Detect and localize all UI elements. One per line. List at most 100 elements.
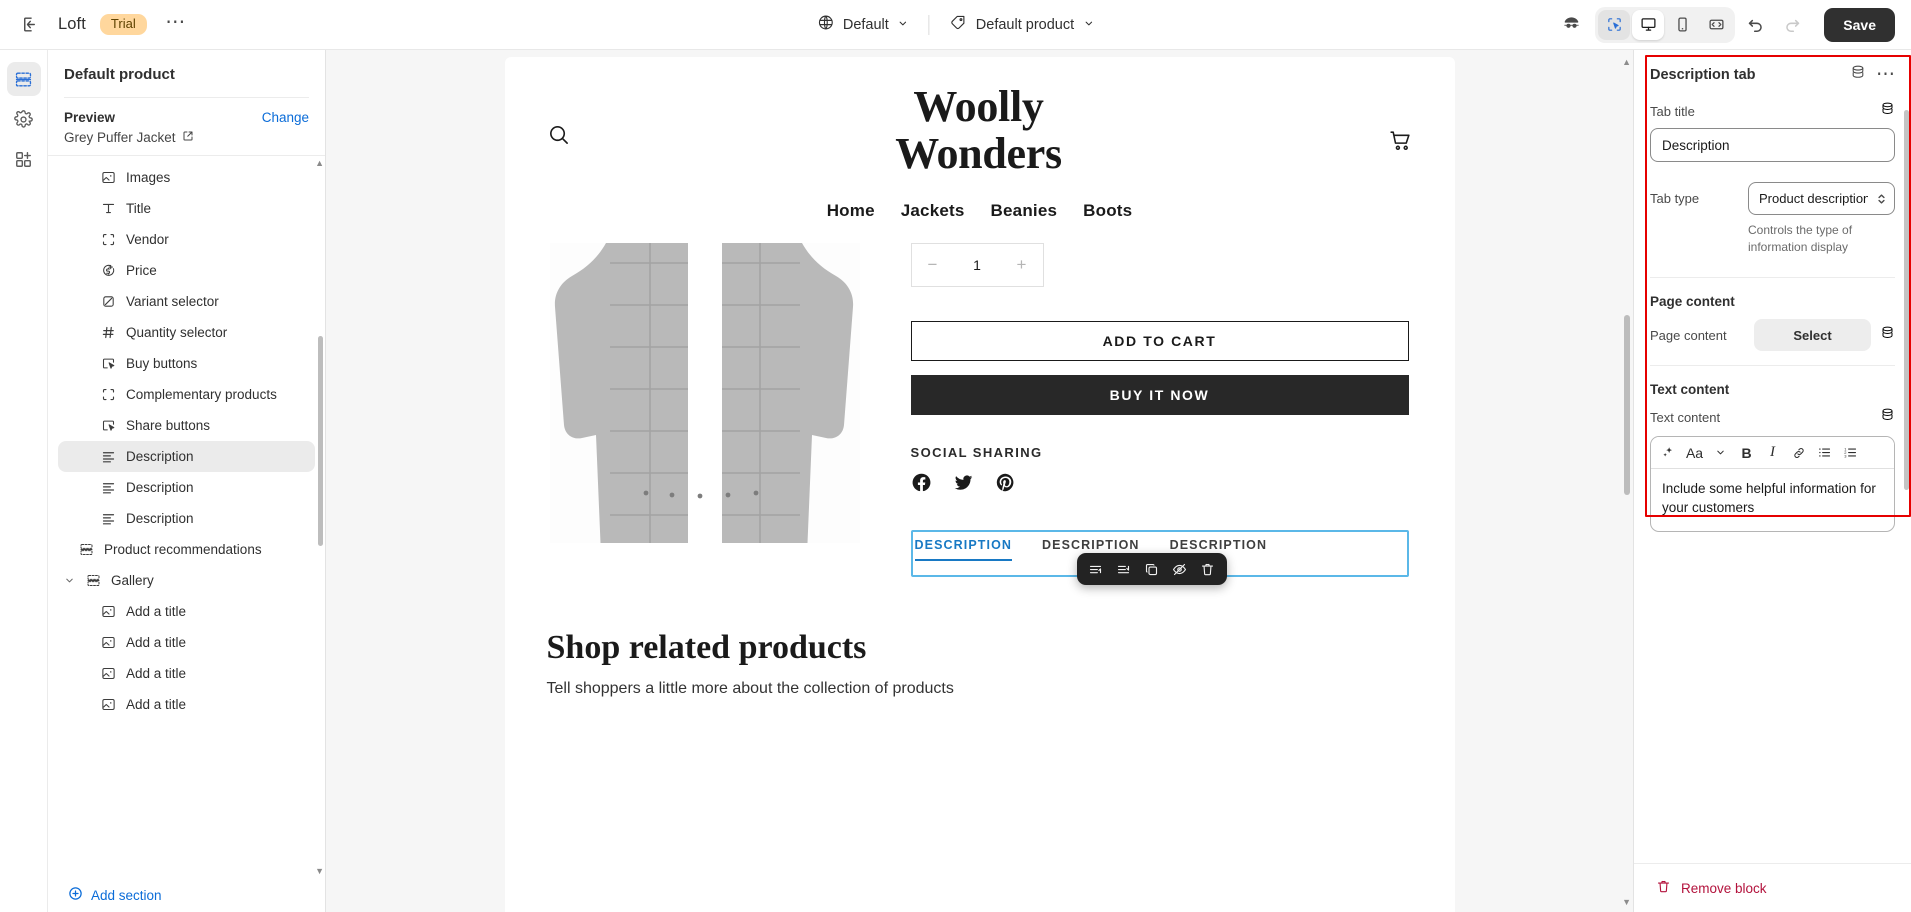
preview-info: Preview Change Grey Puffer Jacket	[48, 98, 325, 155]
left-panel-scrollbar[interactable]	[318, 336, 323, 546]
twitter-icon[interactable]	[953, 472, 974, 498]
sidebar-item-vendor[interactable]: Vendor	[58, 224, 315, 255]
image-icon	[100, 634, 117, 651]
dynamic-source-icon[interactable]	[1880, 101, 1895, 121]
full-width-icon[interactable]	[1700, 10, 1732, 40]
sections-panel: Default product Preview Change Grey Puff…	[48, 50, 326, 912]
sidebar-item-quantity-selector[interactable]: Quantity selector	[58, 317, 315, 348]
exit-icon[interactable]	[12, 8, 46, 42]
right-panel-scrollbar[interactable]	[1904, 110, 1909, 490]
quantity-stepper[interactable]: − 1 +	[910, 243, 1044, 288]
nav-item-beanies[interactable]: Beanies	[991, 201, 1058, 221]
hide-icon[interactable]	[1167, 557, 1193, 581]
tab-type-select[interactable]: Product description	[1748, 182, 1895, 215]
template-selector[interactable]: Default product	[940, 8, 1104, 41]
sidebar-item-product-recommendations[interactable]: Product recommendations	[58, 534, 315, 565]
italic-icon[interactable]: I	[1760, 441, 1785, 465]
add-section-button[interactable]: Add section	[48, 878, 325, 912]
quantity-minus-button[interactable]: −	[928, 255, 938, 275]
chevron-down-icon[interactable]	[1708, 441, 1733, 465]
add-section-label: Add section	[91, 887, 162, 903]
preview-product-row[interactable]: Grey Puffer Jacket	[64, 130, 309, 145]
apps-icon[interactable]	[7, 142, 41, 176]
cursor-select-icon[interactable]	[1598, 9, 1631, 40]
sidebar-item-add-a-title[interactable]: Add a title	[58, 689, 315, 720]
sidebar-item-label: Gallery	[111, 573, 154, 588]
text-content-editor[interactable]: Include some helpful information for you…	[1651, 469, 1894, 531]
image-icon	[100, 665, 117, 682]
sidebar-item-description[interactable]: Description	[58, 503, 315, 534]
trial-badge: Trial	[99, 13, 147, 36]
link-icon[interactable]	[1786, 441, 1811, 465]
save-button[interactable]: Save	[1824, 7, 1895, 42]
sidebar-item-label: Title	[126, 201, 152, 216]
undo-icon[interactable]	[1738, 8, 1772, 42]
theme-selector[interactable]: Default	[807, 8, 919, 41]
move-up-icon[interactable]	[1083, 557, 1109, 581]
font-size-icon[interactable]: Aa	[1682, 441, 1707, 465]
dynamic-source-icon[interactable]	[1850, 64, 1866, 85]
sidebar-item-images[interactable]: Images	[58, 162, 315, 193]
storefront-nav: Home Jackets Beanies Boots	[505, 201, 1455, 243]
page-content-select-button[interactable]: Select	[1754, 319, 1871, 352]
more-menu-icon[interactable]: ⋯	[1876, 64, 1895, 84]
move-down-icon[interactable]	[1111, 557, 1137, 581]
block-context-toolbar	[1076, 553, 1227, 585]
buy-it-now-button[interactable]: BUY IT NOW	[910, 375, 1409, 416]
canvas-scrollbar[interactable]	[1624, 315, 1630, 495]
sidebar-item-label: Add a title	[126, 635, 187, 650]
settings-scroll-area[interactable]: Description tab ⋯ Tab title Description …	[1634, 50, 1911, 863]
mobile-icon[interactable]	[1666, 10, 1698, 40]
quantity-plus-button[interactable]: +	[1017, 255, 1027, 275]
tab-title-input[interactable]	[1650, 128, 1895, 162]
sidebar-item-variant-selector[interactable]: Variant selector	[58, 286, 315, 317]
dynamic-source-icon[interactable]	[1880, 407, 1895, 427]
sidebar-item-share-buttons[interactable]: Share buttons	[58, 410, 315, 441]
pinterest-icon[interactable]	[995, 472, 1016, 498]
bullet-list-icon[interactable]	[1812, 441, 1837, 465]
product-image[interactable]	[549, 243, 860, 584]
cart-icon[interactable]	[1388, 128, 1413, 158]
change-preview-link[interactable]: Change	[262, 110, 309, 125]
desktop-icon[interactable]	[1632, 9, 1665, 40]
nav-item-home[interactable]: Home	[827, 201, 875, 221]
nav-item-boots[interactable]: Boots	[1083, 201, 1132, 221]
canvas-scroll-down-arrow[interactable]: ▼	[1622, 897, 1631, 907]
delete-icon[interactable]	[1195, 557, 1221, 581]
sidebar-item-add-a-title[interactable]: Add a title	[58, 658, 315, 689]
external-link-icon[interactable]	[182, 130, 194, 145]
sidebar-item-add-a-title[interactable]: Add a title	[58, 596, 315, 627]
numbered-list-icon[interactable]: 123	[1838, 441, 1863, 465]
sidebar-item-buy-buttons[interactable]: Buy buttons	[58, 348, 315, 379]
sidebar-item-price[interactable]: Price	[58, 255, 315, 286]
scroll-down-arrow[interactable]: ▼	[315, 866, 324, 876]
sidebar-item-description[interactable]: Description	[58, 441, 315, 472]
text-lines-icon	[100, 448, 117, 465]
social-sharing-title: SOCIAL SHARING	[910, 445, 1043, 461]
canvas-scroll-up-arrow[interactable]: ▲	[1622, 57, 1631, 67]
nav-item-jackets[interactable]: Jackets	[901, 201, 965, 221]
sidebar-item-gallery[interactable]: Gallery	[58, 565, 315, 596]
bold-icon[interactable]: B	[1734, 441, 1759, 465]
preview-product-name: Grey Puffer Jacket	[64, 130, 176, 145]
remove-block-button[interactable]: Remove block	[1650, 877, 1773, 899]
dynamic-source-icon[interactable]	[1880, 325, 1895, 345]
add-to-cart-button[interactable]: ADD TO CART	[910, 321, 1409, 362]
duplicate-icon[interactable]	[1139, 557, 1165, 581]
section-tree-scroll-area[interactable]: Images Title Vendor Price Variant selector Qu…	[48, 155, 325, 878]
ai-sparkle-icon[interactable]	[1656, 441, 1681, 465]
chevron-down-icon[interactable]	[62, 575, 76, 586]
sidebar-item-title[interactable]: Title	[58, 193, 315, 224]
search-icon[interactable]	[547, 123, 570, 151]
sidebar-item-description[interactable]: Description	[58, 472, 315, 503]
sidebar-item-complementary-products[interactable]: Complementary products	[58, 379, 315, 410]
settings-gear-icon[interactable]	[7, 102, 41, 136]
sidebar-item-label: Variant selector	[126, 294, 219, 309]
sections-icon[interactable]	[6, 62, 41, 96]
inspector-icon[interactable]	[1554, 8, 1588, 42]
scroll-up-arrow[interactable]: ▲	[315, 158, 324, 168]
facebook-icon[interactable]	[911, 472, 932, 498]
preview-description-tab[interactable]: DESCRIPTION	[914, 538, 1013, 562]
more-menu-icon[interactable]: ⋯	[159, 8, 193, 42]
sidebar-item-add-a-title[interactable]: Add a title	[58, 627, 315, 658]
